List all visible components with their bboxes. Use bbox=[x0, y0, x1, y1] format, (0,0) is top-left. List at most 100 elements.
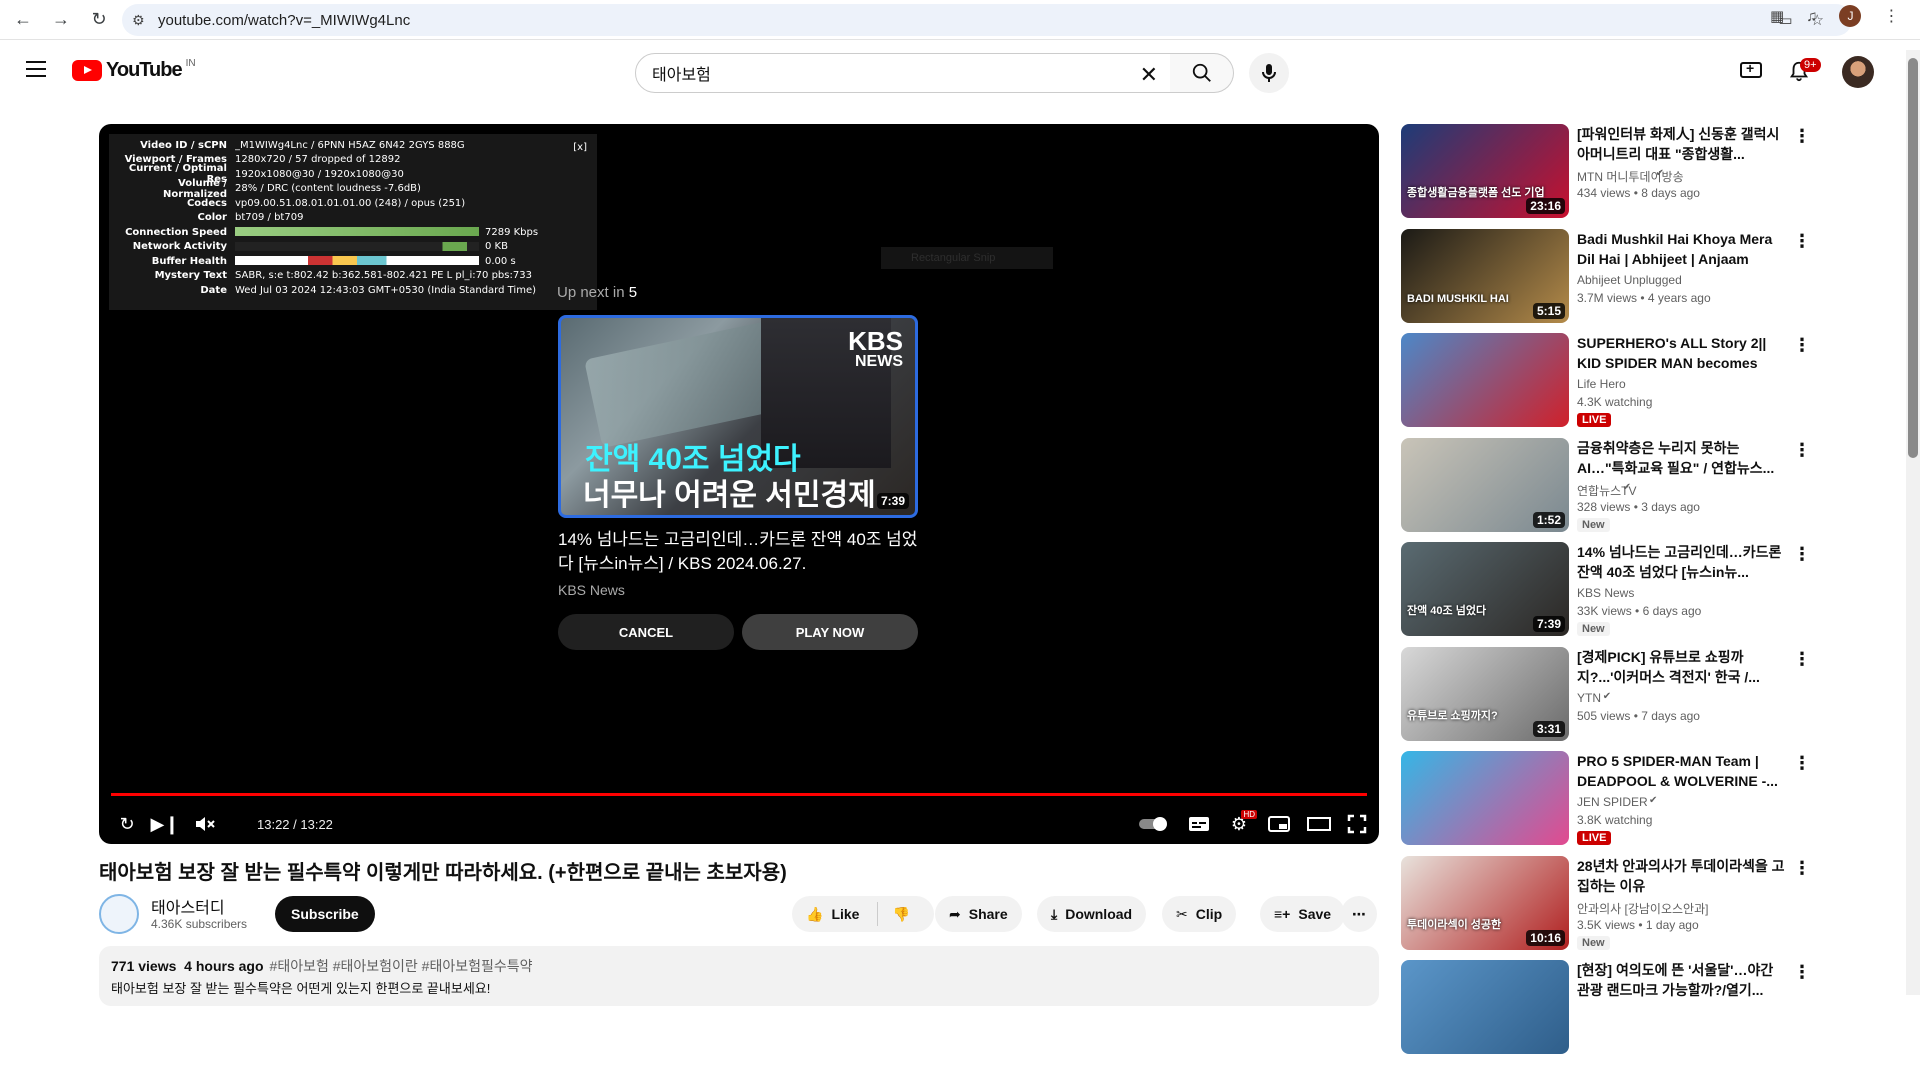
duration-badge: 10:16 bbox=[1526, 929, 1565, 946]
next-video-icon[interactable]: ▶❙ bbox=[151, 810, 180, 838]
share-button[interactable]: ➦ Share bbox=[935, 896, 1022, 932]
fullscreen-icon[interactable] bbox=[1343, 810, 1371, 838]
like-button-label[interactable]: Like bbox=[831, 906, 859, 922]
more-options-icon[interactable]: ⋮ bbox=[1793, 231, 1811, 252]
upload-age: 6 days ago bbox=[1642, 604, 1702, 618]
up-next-title[interactable]: 14% 넘나드는 고금리인데…카드론 잔액 40조 넘었다 [뉴스in뉴스] /… bbox=[558, 528, 928, 576]
stats-value: bt709 / bt709 bbox=[235, 212, 304, 224]
recommendation-thumbnail[interactable]: 투데이라섹이 성공한 10:16 bbox=[1401, 855, 1569, 950]
extensions-icon[interactable]: ▦ bbox=[1770, 7, 1784, 25]
thumbs-down-icon[interactable]: 👎 bbox=[892, 906, 909, 923]
recommendation-title[interactable]: [경제PICK] 유튜브로 쇼핑까지?...'이커머스 격전지' 한국 /... bbox=[1577, 647, 1787, 687]
search-button[interactable] bbox=[1170, 53, 1234, 93]
recommendation-item[interactable]: 투데이라섹이 성공한 10:16 28년차 안과의사가 투데이라섹을 고집하는 이유… bbox=[1401, 855, 1811, 961]
recommendation-item[interactable]: 잔액 40조 넘었다 7:39 14% 넘나드는 고금리인데…카드론 잔액 40조 … bbox=[1401, 542, 1811, 647]
more-options-icon[interactable]: ⋮ bbox=[1793, 858, 1811, 879]
recommendation-item[interactable]: BADI MUSHKIL HAI 5:15 Badi Mushkil Hai Kho… bbox=[1401, 228, 1811, 334]
back-icon[interactable]: ← bbox=[8, 5, 38, 35]
chrome-menu-icon[interactable]: ⋮ bbox=[1883, 6, 1899, 26]
recommendation-thumbnail[interactable] bbox=[1401, 333, 1569, 427]
recommendation-item[interactable]: 유튜브로 쇼핑까지? 3:31 [경제PICK] 유튜브로 쇼핑까지?...'이커머… bbox=[1401, 646, 1811, 752]
recommendation-title[interactable]: 14% 넘나드는 고금리인데…카드론 잔액 40조 넘었다 [뉴스in뉴... bbox=[1577, 542, 1787, 582]
settings-gear-icon[interactable]: ⚙ HD bbox=[1225, 810, 1257, 838]
page-scrollbar[interactable] bbox=[1906, 50, 1920, 995]
reload-icon[interactable]: ↻ bbox=[84, 5, 114, 35]
play-now-button[interactable]: PLAY NOW bbox=[742, 614, 918, 650]
account-avatar[interactable] bbox=[1842, 56, 1874, 88]
more-horizontal-icon: ⋯ bbox=[1352, 905, 1366, 922]
recommendation-title[interactable]: [파워인터뷰 화제人] 신동훈 갤럭시아머니트리 대표 "종합생활... bbox=[1577, 124, 1787, 164]
recommendation-thumbnail[interactable]: BADI MUSHKIL HAI 5:15 bbox=[1401, 228, 1569, 323]
recommendation-title[interactable]: PRO 5 SPIDER-MAN Team | DEADPOOL & WOLVE… bbox=[1577, 751, 1787, 791]
more-options-icon[interactable]: ⋮ bbox=[1793, 440, 1811, 461]
recommendation-thumbnail[interactable]: 잔액 40조 넘었다 7:39 bbox=[1401, 542, 1569, 636]
media-icon[interactable]: ♫ bbox=[1806, 8, 1817, 25]
search-input[interactable]: 태아보험 ✕ bbox=[635, 53, 1171, 93]
cancel-autoplay-button[interactable]: CANCEL bbox=[558, 614, 734, 650]
recommendation-title[interactable]: SUPERHERO's ALL Story 2|| KID SPIDER MAN… bbox=[1577, 333, 1787, 373]
recommendation-item[interactable]: 종합생활금융플랫폼 선도 기업 23:16 [파워인터뷰 화제人] 신동훈 갤럭시아… bbox=[1401, 124, 1811, 229]
mute-icon[interactable] bbox=[191, 810, 219, 838]
channel-avatar[interactable] bbox=[99, 894, 139, 934]
autoplay-toggle[interactable] bbox=[1137, 810, 1171, 838]
hashtags[interactable]: #태아보험 #태아보험이란 #태아보험필수특약 bbox=[270, 958, 533, 974]
view-count: 771 views bbox=[111, 958, 177, 974]
youtube-play-icon bbox=[72, 60, 102, 81]
stats-value-text: 0.00 s bbox=[485, 255, 516, 267]
stats-key: Volume / Normalized bbox=[163, 177, 227, 200]
save-button[interactable]: ≡+ Save bbox=[1260, 896, 1346, 932]
recommendation-thumbnail[interactable]: 유튜브로 쇼핑까지? 3:31 bbox=[1401, 646, 1569, 741]
recommendation-thumbnail[interactable]: 1:52 bbox=[1401, 437, 1569, 532]
subscribe-button[interactable]: Subscribe bbox=[275, 896, 375, 932]
channel-row: 태아스터디 4.36K subscribers Subscribe 👍 Like… bbox=[99, 892, 1379, 936]
recommendation-thumbnail[interactable] bbox=[1401, 960, 1569, 1054]
recommendation-title[interactable]: Badi Mushkil Hai Khoya Mera Dil Hai | Ab… bbox=[1577, 229, 1787, 269]
create-icon[interactable] bbox=[1740, 60, 1762, 78]
more-options-icon[interactable]: ⋮ bbox=[1793, 544, 1811, 565]
theater-mode-icon[interactable] bbox=[1305, 810, 1333, 838]
progress-bar[interactable] bbox=[111, 793, 1367, 796]
scrollbar-thumb[interactable] bbox=[1908, 58, 1918, 458]
recommendation-item[interactable]: SUPERHERO's ALL Story 2|| KID SPIDER MAN… bbox=[1401, 333, 1811, 438]
site-info-icon[interactable]: ⚙ bbox=[132, 12, 158, 29]
thumbs-up-icon[interactable]: 👍 bbox=[806, 906, 823, 923]
replay-icon[interactable]: ↻ bbox=[113, 810, 141, 838]
more-actions-button[interactable]: ⋯ bbox=[1341, 896, 1377, 932]
clear-search-icon[interactable]: ✕ bbox=[1140, 62, 1158, 88]
separator-dot: • bbox=[1635, 917, 1646, 932]
clip-button[interactable]: ✂ Clip bbox=[1162, 896, 1237, 932]
more-options-icon[interactable]: ⋮ bbox=[1793, 649, 1811, 670]
youtube-logo[interactable]: YouTube IN bbox=[72, 58, 196, 82]
stats-close-button[interactable]: [x] bbox=[573, 142, 587, 153]
description-box[interactable]: 771 views 4 hours ago #태아보험 #태아보험이란 #태아보험… bbox=[99, 946, 1379, 1006]
voice-search-button[interactable] bbox=[1249, 53, 1289, 93]
more-options-icon[interactable]: ⋮ bbox=[1793, 962, 1811, 983]
stats-row: Volume / Normalized 28% / DRC (content lo… bbox=[115, 178, 591, 200]
recommendation-thumbnail[interactable]: 종합생활금융플랫폼 선도 기업 23:16 bbox=[1401, 124, 1569, 218]
recommendation-item[interactable]: [현장] 여의도에 뜬 '서울달'…야간 관광 랜드마크 가능할까?/열기...… bbox=[1401, 960, 1811, 1065]
channel-name[interactable]: 태아스터디 bbox=[151, 894, 225, 918]
up-next-label: Up next in 5 bbox=[557, 284, 637, 301]
recommendation-title[interactable]: 금융취약층은 누리지 못하는 AI…"특화교육 필요" / 연합뉴스... bbox=[1577, 438, 1787, 478]
video-player[interactable]: [x] Video ID / sCPN _M1WIWg4Lnc / 6PNN H5… bbox=[99, 124, 1379, 844]
download-button[interactable]: ⤓ Download bbox=[1037, 896, 1147, 932]
recommendation-title[interactable]: [현장] 여의도에 뜬 '서울달'…야간 관광 랜드마크 가능할까?/열기... bbox=[1577, 960, 1787, 1000]
up-next-thumbnail[interactable]: KBS NEWS 잔액 40조 넘었다 너무나 어려운 서민경제 7:39 bbox=[558, 315, 918, 518]
profile-avatar[interactable]: J bbox=[1839, 5, 1862, 27]
subtitles-icon[interactable] bbox=[1185, 810, 1213, 838]
miniplayer-icon[interactable] bbox=[1265, 810, 1293, 838]
stats-value-text: 7289 Kbps bbox=[485, 226, 539, 238]
thumb-headline-2: 너무나 어려운 서민경제 bbox=[583, 479, 876, 512]
more-options-icon[interactable]: ⋮ bbox=[1793, 335, 1811, 356]
recommendation-stats: 3.7M views • 4 years ago bbox=[1577, 291, 1711, 305]
forward-icon[interactable]: → bbox=[46, 5, 76, 35]
recommendation-item[interactable]: PRO 5 SPIDER-MAN Team | DEADPOOL & WOLVE… bbox=[1401, 751, 1811, 856]
recommendation-thumbnail[interactable] bbox=[1401, 751, 1569, 845]
more-options-icon[interactable]: ⋮ bbox=[1793, 753, 1811, 774]
recommendation-item[interactable]: 1:52 금융취약층은 누리지 못하는 AI…"특화교육 필요" / 연합뉴스..… bbox=[1401, 437, 1811, 543]
menu-icon[interactable] bbox=[26, 61, 46, 77]
share-label: Share bbox=[968, 906, 1008, 922]
recommendation-title[interactable]: 28년차 안과의사가 투데이라섹을 고집하는 이유 bbox=[1577, 856, 1787, 896]
address-bar[interactable]: ⚙ youtube.com/watch?v=_MIWIWg4Lnc ▭ ☆ bbox=[122, 4, 1852, 36]
more-options-icon[interactable]: ⋮ bbox=[1793, 126, 1811, 147]
